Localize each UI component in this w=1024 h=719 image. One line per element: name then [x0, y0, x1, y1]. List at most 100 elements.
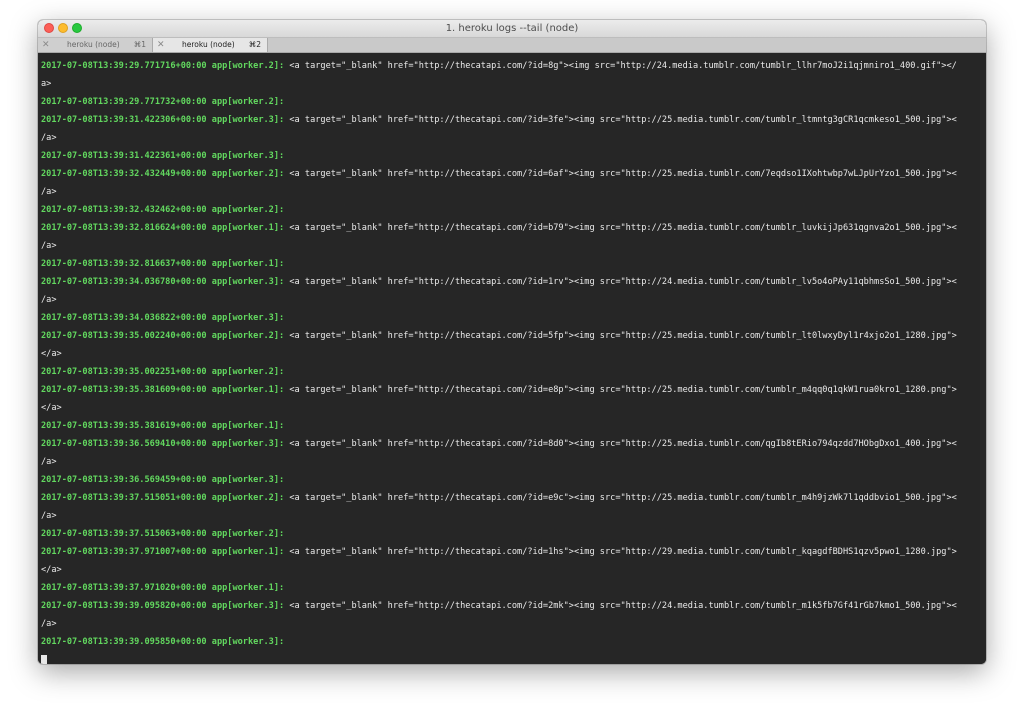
log-line: a>	[41, 75, 982, 93]
log-source: app[worker.3]:	[211, 475, 285, 485]
log-timestamp: 2017-07-08T13:39:37.515063+00:00	[41, 529, 207, 539]
log-timestamp: 2017-07-08T13:39:37.971020+00:00	[41, 583, 207, 593]
log-source: app[worker.1]:	[211, 421, 285, 431]
log-message: /a>	[41, 457, 57, 467]
log-timestamp: 2017-07-08T13:39:36.569459+00:00	[41, 475, 207, 485]
log-line: 2017-07-08T13:39:37.515063+00:00 app[wor…	[41, 525, 982, 543]
log-line: 2017-07-08T13:39:35.381619+00:00 app[wor…	[41, 417, 982, 435]
log-source: app[worker.3]:	[211, 637, 285, 647]
log-line: 2017-07-08T13:39:32.432462+00:00 app[wor…	[41, 201, 982, 219]
window-title: 1. heroku logs --tail (node)	[445, 23, 579, 34]
log-source: app[worker.2]:	[211, 331, 285, 341]
log-source: app[worker.1]:	[211, 223, 285, 233]
log-message: <a target="_blank" href="http://thecatap…	[284, 331, 957, 341]
tab-heroku-2[interactable]: ✕ heroku (node) ⌘2	[153, 38, 268, 52]
terminal-window: 1. heroku logs --tail (node) ✕ heroku (n…	[38, 20, 986, 664]
log-message: /a>	[41, 133, 57, 143]
log-timestamp: 2017-07-08T13:39:29.771716+00:00	[41, 61, 207, 71]
log-message: /a>	[41, 187, 57, 197]
log-line: 2017-07-08T13:39:35.002240+00:00 app[wor…	[41, 327, 982, 345]
log-source: app[worker.2]:	[211, 205, 285, 215]
log-line: 2017-07-08T13:39:36.569459+00:00 app[wor…	[41, 471, 982, 489]
log-source: app[worker.1]:	[211, 259, 285, 269]
log-message: </a>	[41, 565, 62, 575]
log-message: <a target="_blank" href="http://thecatap…	[284, 547, 957, 557]
log-source: app[worker.2]:	[211, 61, 285, 71]
title-bar: 1. heroku logs --tail (node)	[38, 20, 986, 38]
log-message: <a target="_blank" href="http://thecatap…	[284, 277, 957, 287]
log-message: <a target="_blank" href="http://thecatap…	[284, 493, 957, 503]
log-message: <a target="_blank" href="http://thecatap…	[284, 223, 957, 233]
close-tab-icon[interactable]: ✕	[157, 38, 165, 52]
log-message: <a target="_blank" href="http://thecatap…	[284, 439, 957, 449]
log-line: /a>	[41, 183, 982, 201]
log-line: 2017-07-08T13:39:29.771732+00:00 app[wor…	[41, 93, 982, 111]
log-timestamp: 2017-07-08T13:39:29.771732+00:00	[41, 97, 207, 107]
log-line: 2017-07-08T13:39:35.381609+00:00 app[wor…	[41, 381, 982, 399]
tab-heroku-1[interactable]: ✕ heroku (node) ⌘1	[38, 38, 153, 52]
log-source: app[worker.2]:	[211, 367, 285, 377]
log-line: 2017-07-08T13:39:37.971007+00:00 app[wor…	[41, 543, 982, 561]
log-message: <a target="_blank" href="http://thecatap…	[284, 385, 957, 395]
log-timestamp: 2017-07-08T13:39:32.816637+00:00	[41, 259, 207, 269]
log-line: 2017-07-08T13:39:36.569410+00:00 app[wor…	[41, 435, 982, 453]
prompt-line	[41, 651, 982, 664]
log-message: <a target="_blank" href="http://thecatap…	[284, 61, 957, 71]
log-message: <a target="_blank" href="http://thecatap…	[284, 169, 957, 179]
log-line: 2017-07-08T13:39:34.036780+00:00 app[wor…	[41, 273, 982, 291]
log-timestamp: 2017-07-08T13:39:31.422361+00:00	[41, 151, 207, 161]
log-timestamp: 2017-07-08T13:39:37.971007+00:00	[41, 547, 207, 557]
log-timestamp: 2017-07-08T13:39:32.816624+00:00	[41, 223, 207, 233]
log-timestamp: 2017-07-08T13:39:39.095820+00:00	[41, 601, 207, 611]
log-line: </a>	[41, 345, 982, 363]
log-source: app[worker.3]:	[211, 277, 285, 287]
log-timestamp: 2017-07-08T13:39:35.002240+00:00	[41, 331, 207, 341]
log-message: <a target="_blank" href="http://thecatap…	[284, 115, 957, 125]
log-timestamp: 2017-07-08T13:39:34.036822+00:00	[41, 313, 207, 323]
tab-bar: ✕ heroku (node) ⌘1 ✕ heroku (node) ⌘2	[38, 38, 986, 53]
log-source: app[worker.2]:	[211, 493, 285, 503]
log-line: 2017-07-08T13:39:32.432449+00:00 app[wor…	[41, 165, 982, 183]
log-source: app[worker.3]:	[211, 115, 285, 125]
log-line: /a>	[41, 507, 982, 525]
log-message: /a>	[41, 241, 57, 251]
log-message: </a>	[41, 403, 62, 413]
log-timestamp: 2017-07-08T13:39:32.432449+00:00	[41, 169, 207, 179]
log-timestamp: 2017-07-08T13:39:32.432462+00:00	[41, 205, 207, 215]
log-source: app[worker.1]:	[211, 547, 285, 557]
terminal-output[interactable]: 2017-07-08T13:39:29.771716+00:00 app[wor…	[38, 53, 986, 664]
log-line: 2017-07-08T13:39:39.095820+00:00 app[wor…	[41, 597, 982, 615]
log-timestamp: 2017-07-08T13:39:35.381609+00:00	[41, 385, 207, 395]
log-timestamp: 2017-07-08T13:39:37.515051+00:00	[41, 493, 207, 503]
log-message: /a>	[41, 619, 57, 629]
log-line: </a>	[41, 561, 982, 579]
tab-shortcut: ⌘2	[248, 40, 261, 49]
log-timestamp: 2017-07-08T13:39:39.095850+00:00	[41, 637, 207, 647]
log-message: a>	[41, 79, 52, 89]
log-timestamp: 2017-07-08T13:39:35.381619+00:00	[41, 421, 207, 431]
log-line: /a>	[41, 291, 982, 309]
log-timestamp: 2017-07-08T13:39:31.422306+00:00	[41, 115, 207, 125]
tab-label: heroku (node)	[67, 40, 120, 49]
log-line: 2017-07-08T13:39:32.816624+00:00 app[wor…	[41, 219, 982, 237]
log-message: /a>	[41, 511, 57, 521]
log-line: /a>	[41, 453, 982, 471]
log-line: 2017-07-08T13:39:35.002251+00:00 app[wor…	[41, 363, 982, 381]
terminal-cursor	[41, 655, 47, 664]
log-line: 2017-07-08T13:39:39.095850+00:00 app[wor…	[41, 633, 982, 651]
log-timestamp: 2017-07-08T13:39:34.036780+00:00	[41, 277, 207, 287]
close-tab-icon[interactable]: ✕	[42, 38, 50, 52]
tab-shortcut: ⌘1	[133, 40, 146, 49]
log-timestamp: 2017-07-08T13:39:35.002251+00:00	[41, 367, 207, 377]
log-source: app[worker.2]:	[211, 529, 285, 539]
log-line: 2017-07-08T13:39:34.036822+00:00 app[wor…	[41, 309, 982, 327]
log-line: 2017-07-08T13:39:31.422361+00:00 app[wor…	[41, 147, 982, 165]
log-source: app[worker.1]:	[211, 583, 285, 593]
log-line: 2017-07-08T13:39:37.515051+00:00 app[wor…	[41, 489, 982, 507]
log-line: /a>	[41, 129, 982, 147]
log-source: app[worker.3]:	[211, 151, 285, 161]
tab-bar-filler	[268, 38, 986, 52]
log-source: app[worker.3]:	[211, 439, 285, 449]
log-message: </a>	[41, 349, 62, 359]
log-source: app[worker.2]:	[211, 169, 285, 179]
